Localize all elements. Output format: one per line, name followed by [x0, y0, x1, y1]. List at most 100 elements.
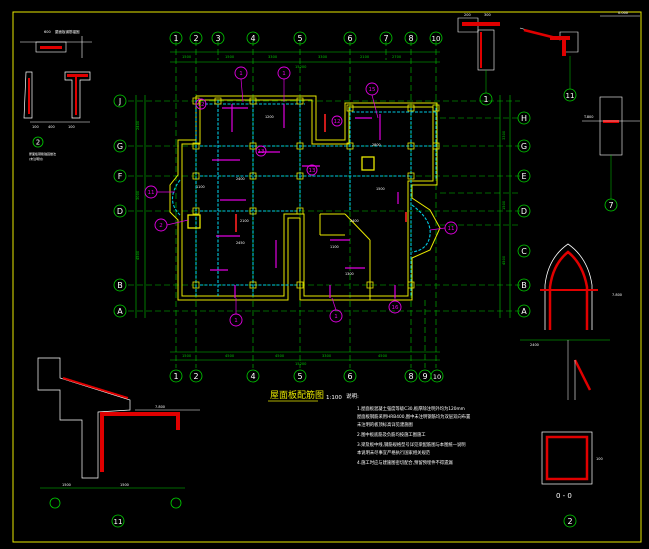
axis-right-label: H: [521, 114, 527, 123]
axis-left-label: A: [117, 307, 123, 316]
svg-text:2400: 2400: [350, 219, 359, 223]
detail-section-11-bottom: 7.800 11 1500 1500: [37, 357, 200, 528]
tag-label: 13: [258, 149, 265, 155]
axis-left-label: G: [117, 142, 123, 151]
note-line: 2.图中板底筋及负筋均按施工图施工: [357, 431, 426, 438]
axis-left-label: B: [117, 281, 123, 290]
axis-bottom-label: 8: [408, 372, 413, 381]
tag-label: 15: [369, 87, 376, 93]
plan-title: 屋面板配筋图: [270, 389, 324, 401]
note-line: 3.梁及板中线,钢筋规格型号详见梁配筋图与本图统一说明: [357, 441, 466, 448]
axis-right-label: C: [521, 247, 527, 256]
svg-text:3300: 3300: [502, 130, 506, 140]
axis-right-label: B: [521, 281, 527, 290]
notes-heading: 说明:: [346, 392, 359, 400]
svg-text:7.800: 7.800: [155, 405, 165, 409]
svg-text:100: 100: [32, 125, 39, 129]
axis-top-label: 5: [297, 34, 302, 43]
tag-label: 12: [334, 119, 341, 125]
tag-label: 11: [448, 226, 455, 232]
detail-tag: 11: [566, 92, 575, 100]
svg-text:100: 100: [68, 125, 75, 129]
axis-bottom-label: 5: [297, 372, 302, 381]
svg-text:4500: 4500: [275, 354, 285, 358]
axis-right-label: D: [521, 207, 527, 216]
svg-text:2450: 2450: [236, 241, 245, 245]
tag-label: 1: [282, 71, 286, 77]
note-line: 1.屋面板混凝土强度等级C30,板厚除注明外均为120mm: [357, 405, 465, 412]
axis-bubbles-bottom: [169, 369, 444, 383]
axis-top-label: 4: [250, 34, 255, 43]
axis-bottom-label: 2: [193, 372, 198, 381]
axis-bubbles-top: [169, 31, 443, 45]
svg-text:7.800: 7.800: [612, 293, 622, 297]
detail-section-1: 200 300 1: [457, 13, 500, 106]
axis-right-label: G: [521, 142, 527, 151]
svg-text:4500: 4500: [225, 354, 235, 358]
axis-left-label: J: [118, 97, 121, 106]
axis-top-label: 7: [383, 34, 388, 43]
tag-label: 13: [309, 168, 316, 174]
axis-bottom-label: 4: [250, 372, 255, 381]
svg-text:2700: 2700: [392, 55, 402, 59]
svg-text:2400: 2400: [136, 120, 140, 130]
svg-text:15200: 15200: [295, 362, 307, 366]
svg-text:2100: 2100: [240, 219, 249, 223]
tag-label: 1: [234, 318, 238, 324]
svg-text:300: 300: [484, 13, 491, 17]
tag-label: 1: [239, 71, 243, 77]
axis-top-label: 1: [173, 34, 178, 43]
axis-top-label: 3: [215, 34, 220, 43]
svg-text:1500: 1500: [120, 483, 129, 487]
note-line: 4.施工时应与建施图密切配合,预留预埋件不得遗漏: [357, 459, 453, 466]
svg-text:1500: 1500: [376, 187, 385, 191]
axis-right-label: A: [521, 307, 527, 316]
svg-text:1100: 1100: [330, 245, 339, 249]
tag-label: 16: [392, 305, 399, 311]
plan-scale: 1:100: [326, 395, 342, 401]
axis-bottom-label: 9: [422, 372, 427, 381]
axis-left-label: F: [118, 172, 123, 181]
axis-top-label: 2: [193, 34, 198, 43]
detail-tag: 11: [114, 518, 123, 526]
plan-tags: 1 1 12 15 11 12 2 13 11 1 1 16 13: [144, 66, 458, 327]
svg-text:1500: 1500: [182, 354, 192, 358]
svg-text:T.800: T.800: [583, 115, 594, 119]
svg-text:1500: 1500: [182, 55, 192, 59]
axis-top-label: 8: [408, 34, 413, 43]
cad-drawing-canvas[interactable]: 1500 1500 3300 3300 2100 2700 15200 1500 4500…: [0, 0, 649, 549]
axis-top-label: 6: [347, 34, 352, 43]
axis-left-label: D: [117, 207, 123, 216]
svg-text:3300: 3300: [268, 55, 278, 59]
svg-text:屋面板钢筋锚固: 屋面板钢筋锚固: [55, 29, 80, 34]
roof-slab-reinforcement-plan[interactable]: 1500 1500 3300 3300 2100 2700 15200 1500 4500…: [0, 0, 649, 549]
svg-text:3300: 3300: [318, 55, 328, 59]
axis-grid: 1500 1500 3300 3300 2100 2700 15200 1500 4500…: [128, 40, 520, 368]
svg-text:4500: 4500: [378, 354, 388, 358]
detail-section-0-0: 0 - 0 2 100: [541, 431, 603, 528]
svg-text:2100: 2100: [360, 55, 370, 59]
detail-arch-window: 7.800 2400: [520, 243, 622, 400]
svg-text:1300: 1300: [345, 272, 354, 276]
svg-text:1500: 1500: [62, 483, 71, 487]
svg-text:2400: 2400: [530, 343, 539, 347]
tag-label: 12: [198, 102, 205, 108]
tag-label: 2: [159, 223, 163, 229]
svg-text:(未注明处): (未注明处): [29, 156, 43, 161]
svg-text:2800: 2800: [372, 143, 381, 147]
svg-text:15200: 15200: [295, 65, 307, 69]
svg-text:2400: 2400: [236, 177, 245, 181]
detail-tag: 2: [36, 139, 40, 147]
note-line: 未注明的板顶标高详见建施图: [357, 421, 413, 428]
detail-section-7: T.800 7: [582, 96, 640, 212]
svg-text:屋面板钢筋锚固做法: 屋面板钢筋锚固做法: [29, 151, 56, 156]
note-line: 本说明未尽事宜严格执行国家相关规范: [357, 449, 431, 456]
general-notes: 说明: 1.屋面板混凝土强度等级C30,板厚除注明外均为120mm 屋面板钢筋采…: [346, 392, 471, 466]
detail-tag: 7: [608, 201, 613, 210]
axis-bottom-label: 10: [433, 373, 441, 381]
svg-text:3300: 3300: [322, 354, 332, 358]
svg-text:4500: 4500: [502, 255, 506, 265]
svg-text:400: 400: [48, 125, 55, 129]
svg-text:0.000: 0.000: [618, 11, 628, 15]
detail-tag: 1: [483, 95, 488, 104]
